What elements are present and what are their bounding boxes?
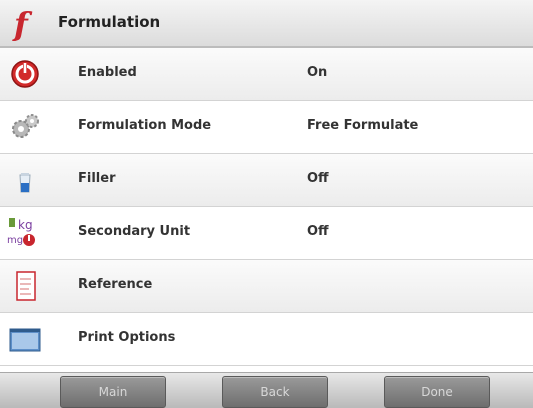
setting-row-reference[interactable]: Reference [0,260,533,313]
setting-row-secondary-unit[interactable]: kg mg Secondary Unit Off [0,207,533,260]
setting-row-filler[interactable]: Filler Off [0,154,533,207]
settings-list: Enabled On Formulation Mode Free Formula… [0,48,533,366]
footer-bar: Main Back Done [0,372,533,408]
filler-icon [19,173,31,193]
page-title: Formulation [58,13,161,31]
row-label: Formulation Mode [78,118,212,133]
header-bar: f Formulation [0,0,533,48]
row-label: Secondary Unit [78,224,191,239]
print-options-icon [9,328,41,352]
row-value: Off [307,224,329,239]
setting-row-print-options[interactable]: Print Options [0,313,533,366]
setting-row-formulation-mode[interactable]: Formulation Mode Free Formulate [0,101,533,154]
row-value: Free Formulate [307,118,419,133]
row-label: Enabled [78,65,137,80]
back-button[interactable]: Back [222,376,328,408]
row-label: Print Options [78,330,176,345]
row-value: Off [307,171,329,186]
setting-row-enabled[interactable]: Enabled On [0,48,533,101]
reference-document-icon [16,271,36,301]
row-label: Reference [78,277,153,292]
svg-text:mg: mg [7,235,23,246]
done-button[interactable]: Done [384,376,490,408]
function-f-icon: f [12,5,33,41]
row-value: On [307,65,328,80]
row-label: Filler [78,171,116,186]
svg-text:kg: kg [18,218,33,232]
gears-icon [12,114,39,138]
svg-text:f: f [12,5,33,41]
unit-kg-icon: kg mg [7,218,35,246]
main-button[interactable]: Main [60,376,166,408]
power-icon [11,60,39,88]
formulation-screen: f Formulation Enabled On Formulation Mod… [0,0,533,408]
